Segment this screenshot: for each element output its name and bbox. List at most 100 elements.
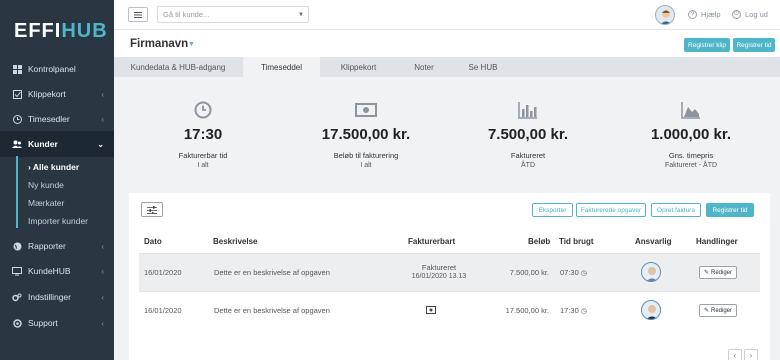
table-row[interactable]: 16/01/2020 Dette er en beskrivelse af op…: [139, 253, 760, 291]
stat-value: 7.500,00 kr.: [487, 126, 569, 143]
sidebar-item-kontrolpanel[interactable]: Kontrolpanel: [0, 56, 114, 82]
sidebar-item-label: Kunder: [28, 139, 58, 149]
person-icon: [646, 267, 658, 281]
edit-button[interactable]: ✎ Rediger: [699, 266, 737, 279]
register-clip-button[interactable]: Registrer klip: [684, 38, 730, 52]
submenu-item-maerkater[interactable]: Mærkater: [28, 198, 64, 208]
stat-value: 17.500,00 kr.: [321, 126, 411, 143]
column-header-billable[interactable]: Fakturerbart: [408, 237, 455, 246]
stat-invoiced: 7.500,00 kr. Faktureret ÅTD: [453, 98, 603, 169]
person-icon: [660, 10, 672, 24]
tab-noter[interactable]: Noter: [397, 57, 451, 77]
billable-money-icon[interactable]: [426, 306, 436, 316]
globe-icon: [12, 241, 22, 251]
tab-klippekort[interactable]: Klippekort: [320, 57, 397, 77]
chevron-left-icon: ‹: [101, 292, 104, 302]
tab-kundedata[interactable]: Kundedata & HUB-adgang: [116, 57, 240, 77]
create-invoice-button[interactable]: Opret faktura: [651, 203, 701, 217]
sidebar-item-label: Rapporter: [28, 241, 66, 251]
submenu-indicator: [16, 156, 18, 228]
register-time-header-button[interactable]: Registrer tid: [733, 38, 775, 52]
sidebar-item-label: Timesedler: [28, 114, 70, 124]
stat-value: 1.000,00 kr.: [650, 126, 732, 143]
sidebar-item-rapporter[interactable]: Rapporter ‹: [0, 233, 114, 259]
monitor-icon: [12, 266, 22, 276]
chevron-left-icon: ‹: [101, 266, 104, 276]
person-icon: [646, 305, 658, 319]
sidebar-item-label: Support: [28, 318, 58, 328]
sidebar-item-kunder[interactable]: Kunder ⌄: [0, 131, 114, 157]
register-time-button[interactable]: Registrer tid: [706, 203, 754, 217]
question-icon: ?: [688, 10, 697, 19]
stat-sublabel: ÅTD: [521, 162, 535, 169]
stat-value: 17:30: [183, 126, 223, 143]
cell-time-spent: 17:30 ◷: [560, 306, 587, 315]
caret-down-icon[interactable]: ▼: [188, 41, 195, 48]
chevron-left-icon: ‹: [101, 318, 104, 328]
invoiced-tasks-button[interactable]: Fakturerede opgaver: [576, 203, 646, 217]
tab-timeseddel[interactable]: Timeseddel: [243, 57, 320, 77]
sidebar-item-klippekort[interactable]: Klippekort ‹: [0, 81, 114, 107]
hamburger-icon: [134, 11, 142, 18]
edit-button[interactable]: ✎ Rediger: [699, 304, 737, 317]
stat-sublabel: I alt: [197, 162, 209, 169]
stat-label: Gns. timepris: [668, 151, 714, 160]
logout-link[interactable]: ⏻ Log ud: [732, 10, 768, 19]
timesheet-panel: Eksporter Fakturerede opgaver Opret fakt…: [129, 193, 770, 360]
chevron-left-icon: ‹: [101, 114, 104, 124]
export-button[interactable]: Eksporter: [532, 203, 573, 217]
cell-amount: 17.500,00 kr.: [505, 306, 549, 315]
page-header: Firmanavn ▼ Registrer klip Registrer tid: [114, 30, 780, 57]
user-avatar[interactable]: [655, 5, 675, 25]
sidebar-item-indstillinger[interactable]: Indstillinger ‹: [0, 284, 114, 310]
table-row[interactable]: 16/01/2020 Dette er en beskrivelse af op…: [139, 291, 760, 329]
sidebar-item-timesedler[interactable]: Timesedler ‹: [0, 106, 114, 132]
column-header-amount[interactable]: Beløb: [528, 237, 550, 246]
responsible-avatar[interactable]: [641, 262, 661, 282]
sidebar-item-label: Kontrolpanel: [28, 64, 76, 74]
cell-billable-date: 16/01/2020 13.13: [411, 273, 467, 280]
submenu-item-alle-kunder[interactable]: › Alle kunder: [28, 162, 79, 172]
cell-time-spent: 07:30 ◷: [560, 268, 587, 277]
column-header-time-spent[interactable]: Tid brugt: [559, 237, 594, 246]
stat-avg-hourly-rate: 1.000,00 kr. Gns. timepris Faktureret - …: [616, 98, 766, 169]
sidebar: EFFIHUB Kontrolpanel Klippekort ‹ Timese…: [0, 0, 114, 360]
cell-date: 16/01/2020: [144, 306, 182, 315]
stat-sublabel: Faktureret - ÅTD: [664, 162, 718, 169]
chevron-down-icon: ⌄: [97, 139, 104, 149]
stat-amount-to-invoice: 17.500,00 kr. Beløb til fakturering I al…: [291, 98, 441, 169]
gears-icon: [12, 292, 22, 302]
chevron-left-icon: ‹: [101, 89, 104, 99]
clock-icon: ◷: [580, 308, 587, 315]
cell-billable-status: Faktureret: [421, 263, 457, 272]
pagination-next-button[interactable]: ›: [744, 349, 758, 360]
submenu-item-importer-kunder[interactable]: Importer kunder: [28, 216, 88, 226]
lifebuoy-icon: [12, 318, 22, 328]
pencil-icon: ✎: [703, 308, 709, 314]
app-logo[interactable]: EFFIHUB: [14, 20, 108, 43]
users-icon: [12, 139, 22, 149]
stat-label: Fakturerbar tid: [178, 151, 228, 160]
money-icon: [291, 98, 441, 122]
submenu-item-ny-kunde[interactable]: Ny kunde: [28, 180, 64, 190]
pagination-prev-button[interactable]: ‹: [728, 349, 742, 360]
responsible-avatar[interactable]: [641, 300, 661, 320]
column-header-description[interactable]: Beskrivelse: [213, 237, 257, 246]
column-header-responsible[interactable]: Ansvarlig: [635, 237, 671, 246]
stat-label: Faktureret: [510, 151, 546, 160]
column-header-date[interactable]: Dato: [144, 237, 162, 246]
stat-sublabel: I alt: [360, 162, 372, 169]
stat-label: Beløb til fakturering: [333, 151, 399, 160]
sidebar-item-kundehub[interactable]: KundeHUB ‹: [0, 258, 114, 284]
caret-down-icon: ▼: [298, 11, 304, 18]
customer-search-select[interactable]: Gå til kunde... ▼: [157, 6, 309, 23]
filter-button[interactable]: [141, 202, 163, 217]
menu-toggle-button[interactable]: [128, 7, 148, 22]
clock-icon: [128, 98, 278, 122]
tabs: Kundedata & HUB-adgang Timeseddel Klippe…: [114, 57, 780, 77]
sidebar-item-support[interactable]: Support ‹: [0, 310, 114, 336]
clock-icon: [12, 114, 22, 124]
help-link[interactable]: ? Hjælp: [688, 10, 721, 19]
tab-se-hub[interactable]: Se HUB: [451, 57, 515, 77]
sidebar-item-label: KundeHUB: [28, 266, 71, 276]
